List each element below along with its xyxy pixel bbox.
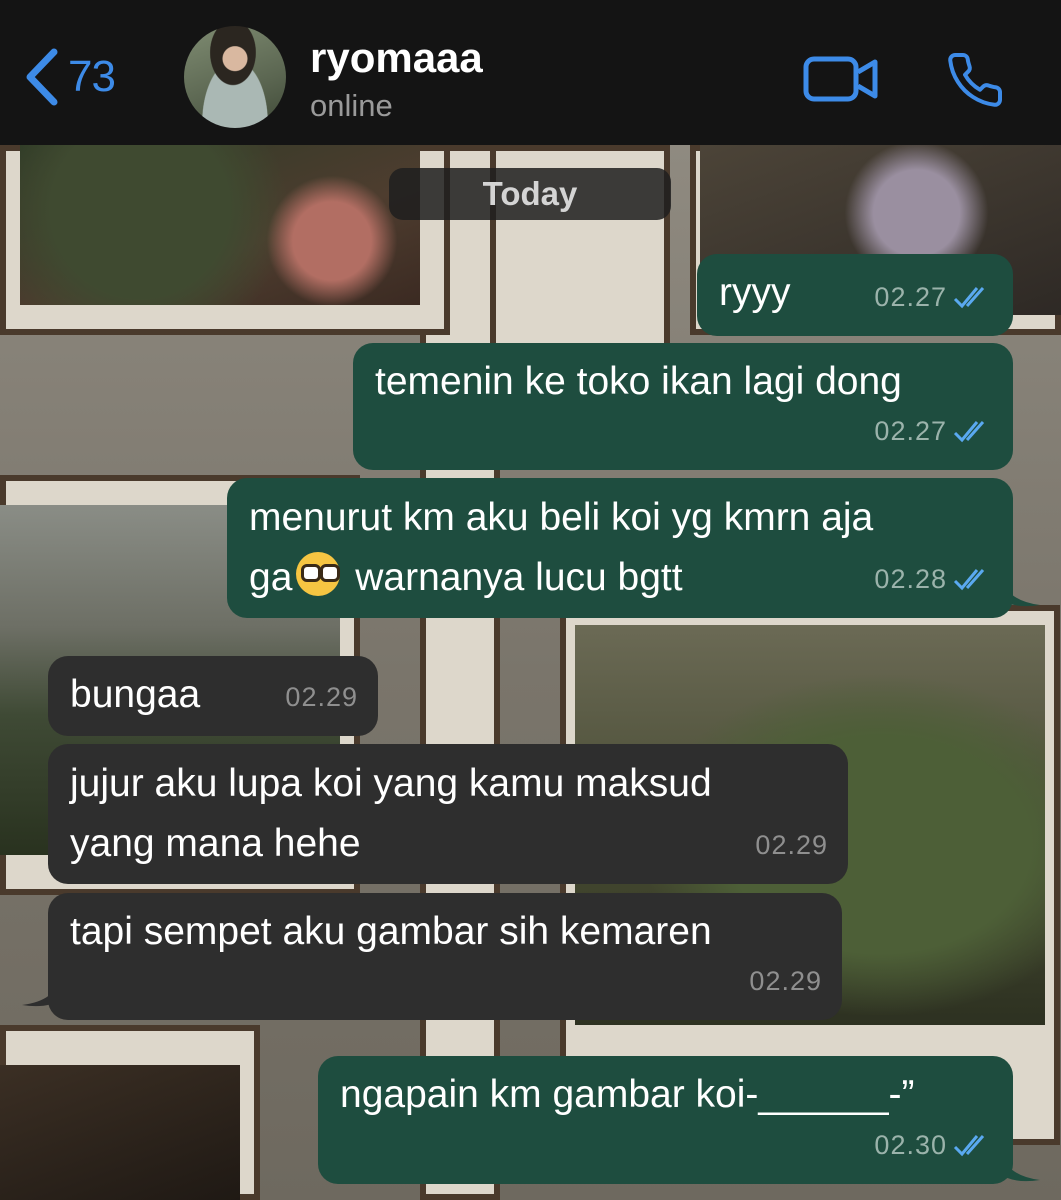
voice-call-button[interactable] [945,50,1005,115]
unread-count: 73 [68,52,116,101]
message-time: 02.27 [874,416,947,446]
incoming-message[interactable]: tapi sempet aku gambar sih kemaren 02.29 [48,893,842,1020]
outgoing-message[interactable]: menurut km aku beli koi yg kmrn aja ga w… [227,478,1013,618]
avatar[interactable] [184,26,286,128]
outgoing-message[interactable]: ngapain km gambar koi-______-” 02.30 [318,1056,1013,1184]
video-call-button[interactable] [803,55,879,108]
chevron-left-icon [26,48,58,106]
read-receipt-icon [953,1135,985,1157]
video-camera-icon [803,56,878,102]
message-text: yang mana hehe [70,822,361,865]
contact-name[interactable]: ryomaaa [310,34,483,82]
message-text: temenin ke toko ikan lagi dong [375,360,902,403]
message-time: 02.29 [755,830,828,860]
message-text: jujur aku lupa koi yang kamu maksud [70,762,712,805]
message-text: ga [249,556,293,599]
read-receipt-icon [953,421,985,443]
read-receipt-icon [953,569,985,591]
chat-header: 73 ryomaaa online [0,0,1061,145]
message-text: ryyy [719,271,791,314]
message-time: 02.28 [874,564,947,594]
date-separator: Today [389,168,671,220]
message-time: 02.27 [874,282,947,312]
message-text: ngapain km gambar koi-______-” [340,1073,915,1116]
message-text: bungaa [70,673,201,716]
message-time: 02.29 [285,682,358,712]
incoming-message[interactable]: jujur aku lupa koi yang kamu maksud yang… [48,744,848,884]
incoming-message[interactable]: bungaa 02.29 [48,656,378,736]
phone-icon [948,52,1003,107]
message-text: tapi sempet aku gambar sih kemaren [70,910,712,953]
outgoing-message[interactable]: ryyy 02.27 [697,254,1013,336]
message-time: 02.30 [874,1130,947,1160]
read-receipt-icon [953,287,985,309]
message-time: 02.29 [749,966,822,996]
nerd-face-emoji [296,552,341,596]
back-button[interactable]: 73 [22,48,116,106]
outgoing-message[interactable]: temenin ke toko ikan lagi dong 02.27 [353,343,1013,470]
message-text: warnanya lucu bgtt [344,556,683,599]
contact-status: online [310,88,393,123]
message-text: menurut km aku beli koi yg kmrn aja [249,496,874,539]
